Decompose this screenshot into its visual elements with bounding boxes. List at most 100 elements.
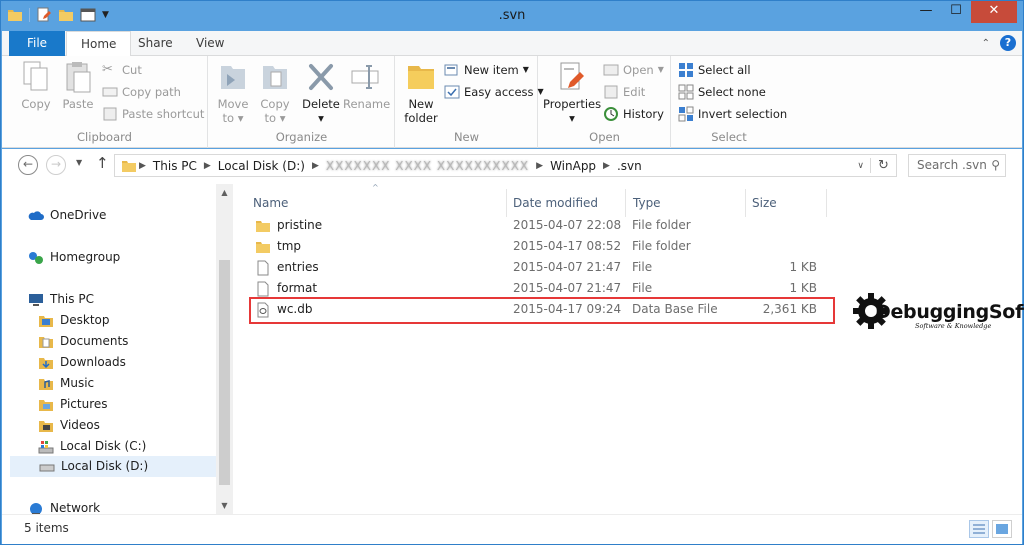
file-size: 1 KB [789,260,817,274]
group-open: Properties ▾ Open ▼ Edit History Open [539,56,671,148]
back-button[interactable]: ← [18,155,38,175]
column-header-date[interactable]: Date modified [513,189,598,217]
large-icons-view-button[interactable] [992,520,1012,538]
select-none-button[interactable]: Select none [678,82,766,102]
properties-button[interactable]: Properties ▾ [543,60,601,125]
copy-to-button[interactable]: Copy to ▾ [255,60,295,125]
select-group-label: Select [711,130,747,144]
history-button[interactable]: History [603,104,664,124]
invert-selection-button[interactable]: Invert selection [678,104,787,124]
column-separator[interactable] [625,189,626,217]
move-to-label-2: to [222,111,235,125]
crumb-svn[interactable]: .svn [612,159,647,173]
nav-item-pictures[interactable]: Pictures [38,394,108,415]
cut-button[interactable]: ✂ Cut [102,60,142,80]
file-name: format [277,281,318,295]
collapse-ribbon-icon[interactable]: ⌃ [982,38,990,49]
nav-item-onedrive[interactable]: OneDrive [28,205,106,226]
crumb-obscured[interactable]: XXXXXXX XXXX XXXXXXXXXX [321,159,534,173]
file-row[interactable]: format 2015-04-07 21:47 File 1 KB [249,278,829,299]
select-all-button[interactable]: Select all [678,60,751,80]
nav-item-desktop[interactable]: Desktop [38,310,110,331]
new-folder-label: New [408,97,434,111]
nav-item-this-pc[interactable]: This PC [28,289,94,310]
refresh-icon[interactable]: ↻ [870,158,896,173]
new-folder-label-2: folder [404,111,438,125]
move-to-icon [221,66,245,89]
delete-button[interactable]: Delete ▾ [301,60,341,125]
tab-home[interactable]: Home [66,31,132,57]
column-header-size[interactable]: Size [752,189,777,217]
close-button[interactable]: ✕ [971,1,1017,23]
column-separator[interactable] [506,189,507,217]
select-none-icon [678,84,694,100]
move-to-button[interactable]: Move to ▾ [213,60,253,125]
homegroup-icon [29,251,43,264]
nav-scrollbar[interactable]: ▲ ▼ [216,184,233,514]
up-icon[interactable]: ↑ [96,154,109,172]
file-size: 1 KB [789,281,817,295]
forward-button[interactable]: → [46,155,66,175]
select-all-label: Select all [698,63,751,77]
file-icon [257,260,269,275]
select-none-label: Select none [698,85,766,99]
downloads-folder-icon [39,357,53,369]
paste-button[interactable]: Paste [58,60,98,111]
nav-item-downloads[interactable]: Downloads [38,352,126,373]
maximize-button[interactable]: ☐ [941,1,971,23]
copy-button[interactable]: Copy [16,60,56,111]
rename-label: Rename [343,97,391,111]
column-separator[interactable] [745,189,746,217]
details-view-button[interactable] [969,520,989,538]
scroll-up-icon[interactable]: ▲ [216,188,233,197]
column-header-name[interactable]: Name [253,189,288,217]
scroll-thumb[interactable] [219,260,230,485]
cut-label: Cut [122,63,142,77]
address-bar[interactable]: ▶ This PC ▶ Local Disk (D:) ▶ XXXXXXX XX… [114,154,897,177]
crumb-local-disk-d[interactable]: Local Disk (D:) [213,159,310,173]
nav-item-videos[interactable]: Videos [38,415,100,436]
recent-locations-icon[interactable]: ▼ [76,158,82,167]
nav-item-homegroup[interactable]: Homegroup [28,247,120,268]
column-header-type[interactable]: Type [633,189,661,217]
explorer-window: ▼ .svn — ☐ ✕ File Home Share View ⌃ ? Co… [0,0,1024,545]
scroll-down-icon[interactable]: ▼ [216,501,233,510]
column-separator[interactable] [826,189,827,217]
edit-icon [604,85,618,99]
tab-view[interactable]: View [182,31,238,56]
minimize-button[interactable]: — [911,1,941,23]
new-folder-button[interactable]: New folder [400,60,442,125]
nav-label: Homegroup [50,250,121,264]
address-dropdown-icon[interactable]: ∨ [857,161,870,171]
file-row[interactable]: pristine 2015-04-07 22:08 File folder [249,215,829,236]
large-icons-view-icon [996,524,1008,534]
search-input[interactable]: Search .svn ⚲ [908,154,1006,177]
group-select: Select all Select none Invert selection … [672,56,787,148]
open-button[interactable]: Open ▼ [603,60,664,80]
nav-item-music[interactable]: Music [38,373,94,394]
file-row[interactable]: tmp 2015-04-17 08:52 File folder [249,236,829,257]
easy-access-button[interactable]: Easy access ▼ [444,82,544,102]
edit-button[interactable]: Edit [603,82,645,102]
title-bar: ▼ .svn — ☐ ✕ [1,1,1023,31]
new-item-button[interactable]: New item ▼ [444,60,529,80]
search-icon[interactable]: ⚲ [991,155,1000,176]
crumb-winapp[interactable]: WinApp [545,159,601,173]
tab-file[interactable]: File [9,31,65,56]
paste-shortcut-button[interactable]: Paste shortcut [102,104,204,124]
help-icon[interactable]: ? [1000,35,1016,51]
rename-button[interactable]: Rename [343,60,391,111]
nav-item-local-disk-c[interactable]: Local Disk (C:) [38,436,146,457]
details-view-icon [973,524,985,534]
nav-item-local-disk-d[interactable]: Local Disk (D:) [10,456,216,477]
videos-folder-icon [39,420,53,432]
copy-path-button[interactable]: Copy path [102,82,181,102]
file-row[interactable]: entries 2015-04-07 21:47 File 1 KB [249,257,829,278]
nav-item-documents[interactable]: Documents [38,331,128,352]
tab-share[interactable]: Share [124,31,187,56]
nav-label: Local Disk (C:) [60,439,147,453]
cloud-icon [28,210,44,220]
folder-icon [256,241,270,253]
crumb-this-pc[interactable]: This PC [148,159,202,173]
open-group-label: Open [589,130,620,144]
